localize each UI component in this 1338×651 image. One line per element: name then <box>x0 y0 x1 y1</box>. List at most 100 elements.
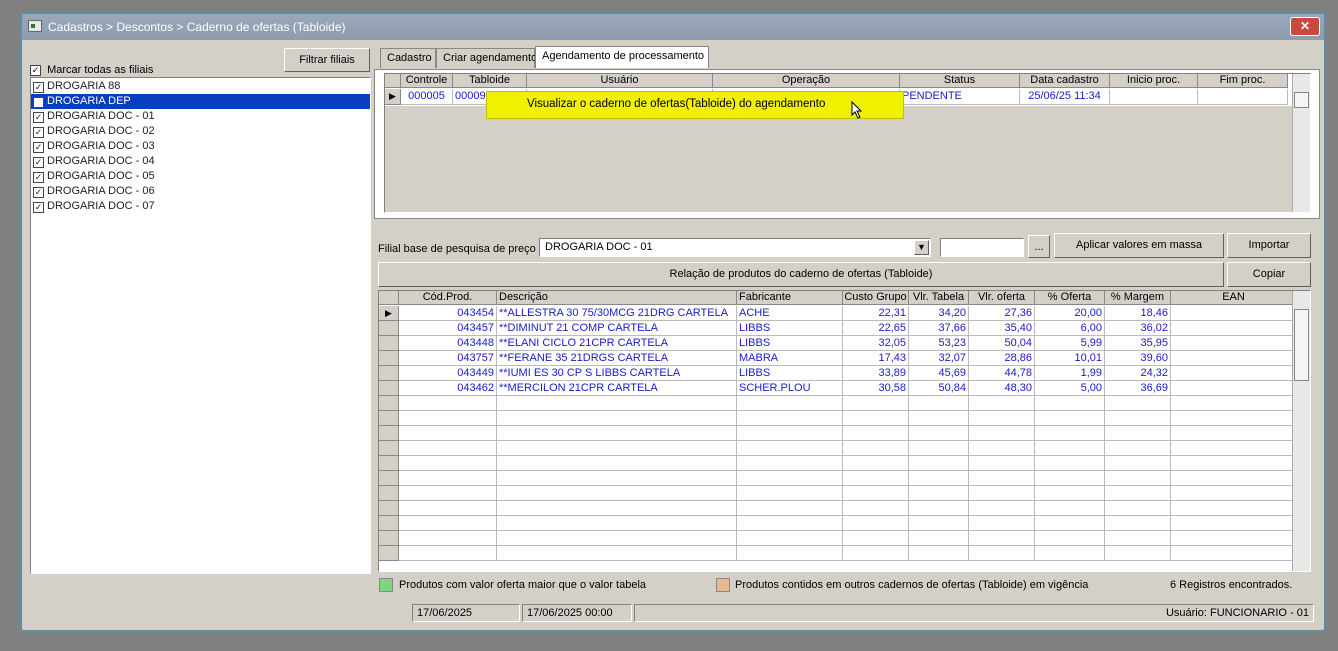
schedule-cell-inicio[interactable] <box>1110 89 1198 105</box>
product-cell[interactable]: 50,84 <box>909 381 969 396</box>
products-scroll-thumb[interactable] <box>1294 309 1309 381</box>
branch-checkbox[interactable]: ✓ <box>33 202 44 213</box>
product-cell[interactable] <box>1035 396 1105 411</box>
product-cell[interactable]: 043454 <box>399 306 497 321</box>
view-tabloid-menu-item[interactable]: Visualizar o caderno de ofertas(Tabloide… <box>527 98 825 110</box>
product-cell[interactable]: 35,40 <box>969 321 1035 336</box>
product-cell[interactable]: LIBBS <box>737 321 843 336</box>
product-cell[interactable]: 043448 <box>399 336 497 351</box>
product-cell[interactable]: 48,30 <box>969 381 1035 396</box>
product-cell[interactable] <box>1171 456 1297 471</box>
product-cell[interactable] <box>843 501 909 516</box>
product-cell[interactable] <box>1105 456 1171 471</box>
product-cell[interactable] <box>1171 381 1297 396</box>
schedule-header[interactable]: Status <box>900 74 1020 88</box>
branch-item[interactable]: ✓ DROGARIA DOC - 04 <box>31 154 370 169</box>
product-cell[interactable]: 34,20 <box>909 306 969 321</box>
product-cell[interactable] <box>497 426 737 441</box>
product-cell[interactable] <box>1171 531 1297 546</box>
branch-item[interactable]: ✓ DROGARIA DOC - 05 <box>31 169 370 184</box>
product-cell[interactable]: 36,69 <box>1105 381 1171 396</box>
product-cell[interactable] <box>969 516 1035 531</box>
product-cell[interactable] <box>737 456 843 471</box>
product-cell[interactable] <box>909 471 969 486</box>
product-cell[interactable] <box>1105 486 1171 501</box>
product-cell[interactable]: 18,46 <box>1105 306 1171 321</box>
branch-item[interactable]: ✓ DROGARIA DOC - 07 <box>31 199 370 214</box>
product-cell[interactable] <box>399 531 497 546</box>
product-cell[interactable] <box>1035 411 1105 426</box>
product-cell[interactable] <box>843 411 909 426</box>
branch-item[interactable]: ✓ DROGARIA DOC - 01 <box>31 109 370 124</box>
product-cell[interactable] <box>1171 516 1297 531</box>
product-cell[interactable] <box>1035 531 1105 546</box>
product-cell[interactable]: 53,23 <box>909 336 969 351</box>
product-cell[interactable] <box>843 516 909 531</box>
product-cell[interactable] <box>1035 546 1105 561</box>
product-cell[interactable] <box>969 471 1035 486</box>
select-all-checkbox[interactable]: ✓ <box>30 65 41 76</box>
product-cell[interactable] <box>843 531 909 546</box>
product-cell[interactable] <box>909 531 969 546</box>
product-cell[interactable] <box>843 546 909 561</box>
tab-3[interactable]: Agendamento de processamento <box>535 46 709 68</box>
product-cell[interactable]: 043449 <box>399 366 497 381</box>
product-cell[interactable] <box>909 411 969 426</box>
product-cell[interactable] <box>1171 366 1297 381</box>
branch-checkbox[interactable]: ✓ <box>33 172 44 183</box>
product-cell[interactable] <box>1035 516 1105 531</box>
product-cell[interactable] <box>1171 396 1297 411</box>
schedule-header[interactable]: Fim proc. <box>1198 74 1288 88</box>
product-cell[interactable]: **FERANE 35 21DRGS CARTELA <box>497 351 737 366</box>
product-cell[interactable]: LIBBS <box>737 336 843 351</box>
product-cell[interactable]: 22,65 <box>843 321 909 336</box>
copy-button[interactable]: Copiar <box>1227 262 1311 287</box>
product-cell[interactable] <box>1171 546 1297 561</box>
product-cell[interactable] <box>1035 441 1105 456</box>
products-header[interactable]: Cód.Prod. <box>399 291 497 305</box>
product-cell[interactable]: 36,02 <box>1105 321 1171 336</box>
branch-item[interactable]: ✓ DROGARIA DOC - 02 <box>31 124 370 139</box>
product-cell[interactable] <box>909 441 969 456</box>
product-cell[interactable]: 24,32 <box>1105 366 1171 381</box>
product-cell[interactable]: 37,66 <box>909 321 969 336</box>
product-cell[interactable] <box>969 441 1035 456</box>
product-cell[interactable] <box>909 426 969 441</box>
product-cell[interactable]: 33,89 <box>843 366 909 381</box>
product-cell[interactable] <box>737 471 843 486</box>
schedule-cell-data_cadastro[interactable]: 25/06/25 11:34 <box>1020 89 1110 105</box>
product-cell[interactable] <box>737 426 843 441</box>
product-cell[interactable] <box>497 411 737 426</box>
product-cell[interactable]: 043757 <box>399 351 497 366</box>
products-header[interactable]: EAN <box>1171 291 1297 305</box>
product-cell[interactable] <box>1171 426 1297 441</box>
product-cell[interactable] <box>1105 546 1171 561</box>
branch-checkbox[interactable]: ✓ <box>33 142 44 153</box>
product-cell[interactable]: 35,95 <box>1105 336 1171 351</box>
value-input[interactable] <box>940 238 1024 257</box>
product-cell[interactable] <box>399 471 497 486</box>
product-cell[interactable] <box>1105 501 1171 516</box>
product-cell[interactable]: 27,36 <box>969 306 1035 321</box>
product-cell[interactable]: 20,00 <box>1035 306 1105 321</box>
product-cell[interactable]: 44,78 <box>969 366 1035 381</box>
product-cell[interactable] <box>969 456 1035 471</box>
product-cell[interactable] <box>737 546 843 561</box>
branch-checkbox[interactable]: ✓ <box>33 97 44 108</box>
product-cell[interactable] <box>497 441 737 456</box>
product-cell[interactable]: **IUMI ES 30 CP S LIBBS CARTELA <box>497 366 737 381</box>
product-cell[interactable] <box>737 516 843 531</box>
product-cell[interactable] <box>909 486 969 501</box>
product-cell[interactable]: 45,69 <box>909 366 969 381</box>
branch-item[interactable]: ✓ DROGARIA DOC - 03 <box>31 139 370 154</box>
product-cell[interactable] <box>1171 471 1297 486</box>
product-cell[interactable] <box>1035 501 1105 516</box>
products-header[interactable]: Descrição <box>497 291 737 305</box>
product-cell[interactable] <box>1105 396 1171 411</box>
product-cell[interactable] <box>843 396 909 411</box>
product-cell[interactable] <box>843 456 909 471</box>
product-cell[interactable] <box>1171 411 1297 426</box>
product-cell[interactable] <box>1105 531 1171 546</box>
product-cell[interactable] <box>1035 456 1105 471</box>
product-cell[interactable] <box>399 441 497 456</box>
